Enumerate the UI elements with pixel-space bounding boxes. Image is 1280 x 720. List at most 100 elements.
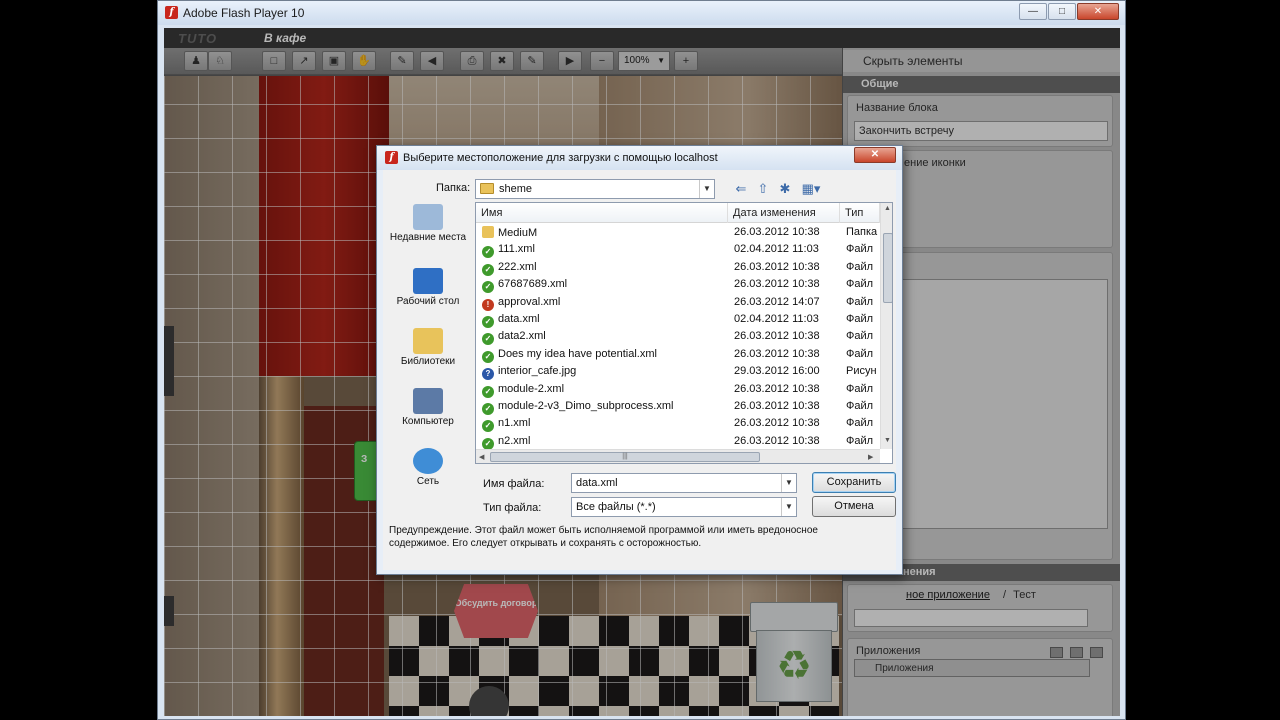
minimize-button[interactable]: — — [1019, 3, 1047, 20]
file-type: Файл — [846, 243, 874, 256]
file-name-text: 111.xml — [498, 243, 535, 256]
file-date: 26.03.2012 10:38 — [734, 417, 820, 430]
file-type: Файл — [846, 417, 874, 430]
flash-logo-icon: f — [165, 6, 178, 19]
file-name-text: 222.xml — [498, 260, 537, 273]
dialog-body: Папка: sheme ▼ ⇐ ⇧ ✱ ▦▾ Недавние места Р… — [383, 170, 896, 570]
file-date: 26.03.2012 10:38 — [734, 278, 820, 291]
file-type: Файл — [846, 330, 874, 343]
save-file-dialog: f Выберите местоположение для загрузки с… — [376, 145, 903, 575]
file-date: 26.03.2012 10:38 — [734, 330, 820, 343]
file-row[interactable]: ✓ Does my idea have potential.xml 26.03.20… — [476, 346, 880, 363]
scroll-right-icon[interactable]: ▶ — [868, 453, 873, 461]
file-row[interactable]: ! approval.xml 26.03.2012 14:07 Файл — [476, 294, 880, 311]
cancel-button[interactable]: Отмена — [812, 496, 896, 517]
file-name-text: n1.xml — [498, 417, 531, 430]
file-name: ! approval.xml — [482, 296, 560, 311]
file-name-text: 67687689.xml — [498, 278, 568, 291]
horizontal-scroll-thumb[interactable]: ||| — [490, 452, 760, 462]
file-date: 26.03.2012 10:38 — [734, 400, 820, 412]
dialog-titlebar[interactable]: f Выберите местоположение для загрузки с… — [377, 146, 902, 170]
file-name-text: MediuM — [498, 227, 538, 239]
place-recent[interactable]: Недавние места — [389, 204, 467, 244]
file-name: ✓ n2.xml — [482, 435, 530, 450]
place-desktop[interactable]: Рабочий стол — [389, 268, 467, 308]
place-label: Компьютер — [402, 416, 454, 427]
file-date: 26.03.2012 10:38 — [734, 382, 820, 395]
xml-file-icon: ✓ — [482, 333, 494, 346]
file-row[interactable]: MediuM 26.03.2012 10:38 Папка — [476, 224, 880, 241]
horizontal-scrollbar[interactable]: ◀ ||| ▶ — [476, 449, 880, 463]
file-date: 26.03.2012 10:38 — [734, 226, 820, 238]
xml-file-icon: ✓ — [482, 350, 494, 363]
filename-input[interactable]: data.xml ▼ — [571, 473, 797, 493]
xml-file-icon: ✓ — [482, 316, 494, 328]
file-type: Файл — [846, 295, 874, 308]
folder-combo[interactable]: sheme ▼ — [475, 179, 715, 199]
file-name: ? interior_cafe.jpg — [482, 365, 577, 381]
file-row[interactable]: ✓ module-2-v3_Dimo_subprocess.xml 26.03.20… — [476, 398, 880, 415]
file-type: Файл — [846, 382, 874, 395]
file-type: Файл — [846, 400, 874, 412]
chevron-down-icon: ▼ — [699, 180, 714, 198]
file-name: ✓ 67687689.xml — [482, 278, 568, 294]
places-bar: Недавние места Рабочий стол Библиотеки К… — [389, 202, 467, 502]
folder-label: Папка: — [436, 182, 471, 194]
desktop-icon — [413, 268, 443, 294]
dialog-title: Выберите местоположение для загрузки с п… — [403, 152, 718, 164]
xml-file-icon: ! — [482, 298, 494, 311]
file-name-text: module-2-v3_Dimo_subprocess.xml — [498, 400, 674, 412]
column-name[interactable]: Имя — [476, 203, 728, 223]
file-row[interactable]: ✓ 222.xml 26.03.2012 10:38 Файл — [476, 259, 880, 276]
file-type: Файл — [846, 434, 874, 447]
file-row[interactable]: ? interior_cafe.jpg 29.03.2012 16:00 Рисун — [476, 363, 880, 381]
file-row[interactable]: ✓ n1.xml 26.03.2012 10:38 Файл — [476, 415, 880, 433]
window-titlebar[interactable]: f Adobe Flash Player 10 — □ ✕ — [158, 1, 1125, 25]
place-label: Недавние места — [389, 232, 467, 243]
view-menu-icon[interactable]: ▦▾ — [799, 181, 823, 197]
place-label: Рабочий стол — [396, 296, 460, 307]
file-date: 02.04.2012 11:03 — [734, 313, 819, 325]
vertical-scrollbar[interactable]: ▲ ▼ — [880, 203, 892, 449]
file-row[interactable]: ✓ data.xml 02.04.2012 11:03 Файл — [476, 311, 880, 328]
scroll-down-icon[interactable]: ▼ — [884, 437, 891, 444]
place-network[interactable]: Сеть — [389, 448, 467, 488]
maximize-button[interactable]: □ — [1048, 3, 1076, 20]
file-list-header: Имя Дата изменения Тип — [476, 203, 880, 223]
close-window-button[interactable]: ✕ — [1077, 3, 1119, 20]
file-date: 26.03.2012 10:38 — [734, 260, 820, 273]
scroll-up-icon[interactable]: ▲ — [884, 205, 891, 212]
file-name-text: module-2.xml — [498, 382, 565, 395]
back-arrow-icon[interactable]: ⇐ — [733, 181, 749, 197]
file-name-text: approval.xml — [498, 295, 561, 308]
file-name-text: interior_cafe.jpg — [498, 365, 577, 378]
xml-file-icon: ✓ — [482, 420, 494, 433]
new-folder-icon[interactable]: ✱ — [777, 181, 793, 197]
file-type: Файл — [846, 347, 874, 360]
column-date[interactable]: Дата изменения — [728, 203, 840, 223]
dialog-close-button[interactable]: ✕ — [854, 147, 896, 163]
file-row[interactable]: ✓ module-2.xml 26.03.2012 10:38 Файл — [476, 381, 880, 398]
place-libraries[interactable]: Библиотеки — [389, 328, 467, 368]
file-row[interactable]: ✓ data2.xml 26.03.2012 10:38 Файл — [476, 328, 880, 346]
filename-label: Имя файла: — [483, 478, 545, 490]
up-folder-icon[interactable]: ⇧ — [755, 181, 771, 197]
file-name: ✓ module-2-v3_Dimo_subprocess.xml — [482, 400, 673, 415]
save-button[interactable]: Сохранить — [812, 472, 896, 493]
file-name-text: data.xml — [498, 313, 540, 325]
filetype-select[interactable]: Все файлы (*.*) ▼ — [571, 497, 797, 517]
file-row[interactable]: ✓ 67687689.xml 26.03.2012 10:38 Файл — [476, 276, 880, 294]
place-computer[interactable]: Компьютер — [389, 388, 467, 428]
file-name-text: Does my idea have potential.xml — [498, 347, 657, 360]
scroll-left-icon[interactable]: ◀ — [479, 453, 484, 461]
file-name: ✓ data2.xml — [482, 330, 546, 346]
filetype-label: Тип файла: — [483, 502, 542, 514]
file-type: Файл — [846, 278, 874, 291]
vertical-scroll-thumb[interactable] — [883, 233, 892, 303]
column-type[interactable]: Тип — [840, 203, 880, 223]
file-name: ✓ module-2.xml — [482, 383, 564, 398]
libraries-icon — [413, 328, 443, 354]
recent-places-icon — [413, 204, 443, 230]
file-row[interactable]: ✓ n2.xml 26.03.2012 10:38 Файл — [476, 433, 880, 450]
file-row[interactable]: ✓ 111.xml 02.04.2012 11:03 Файл — [476, 241, 880, 259]
